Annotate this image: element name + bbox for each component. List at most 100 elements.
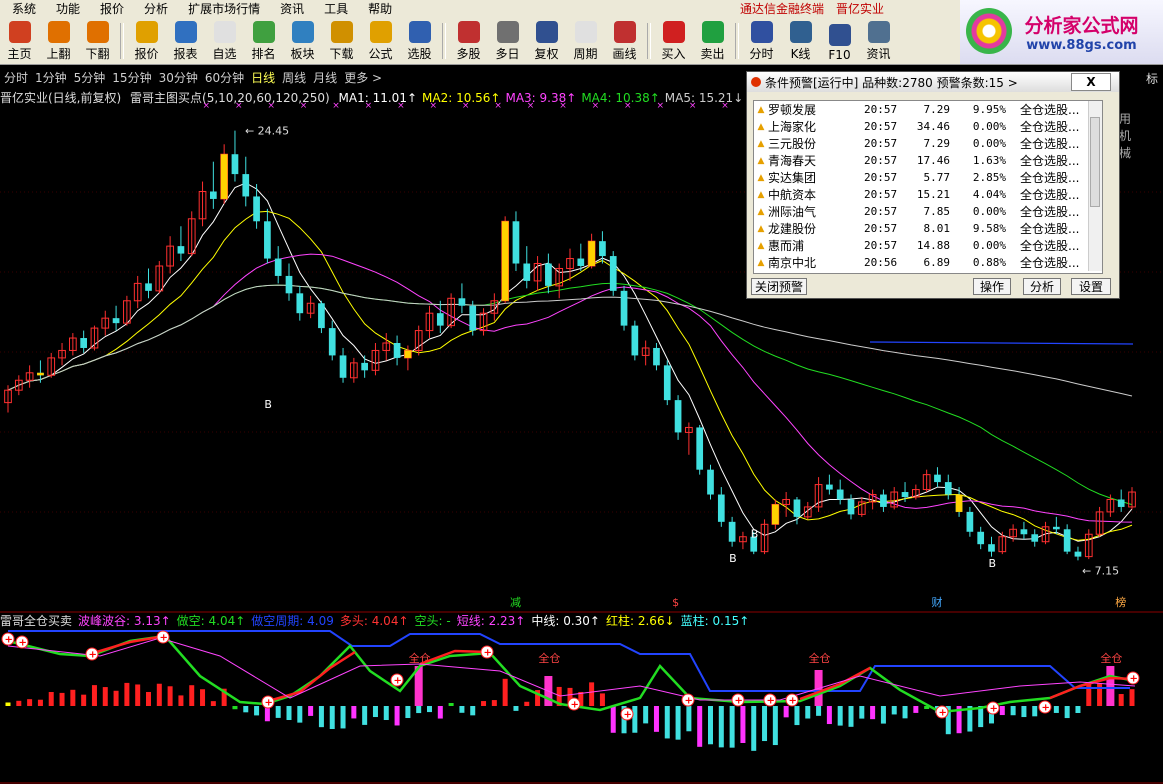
- indicator-title: 雷哥全仓买卖 波峰波谷: 3.13↑ 做空: 4.04↑ 做空周期: 4.09 多头: …: [0, 612, 755, 629]
- period-tab[interactable]: 更多 >: [344, 69, 382, 86]
- period-tab[interactable]: 周线: [282, 69, 306, 86]
- toolbar-button[interactable]: 公式: [361, 18, 400, 64]
- histogram-bar: [146, 691, 151, 706]
- toolbar-button[interactable]: 选股: [400, 18, 439, 64]
- menu-item[interactable]: 扩展市场行情: [176, 0, 268, 17]
- toolbar-button[interactable]: K线: [781, 18, 820, 64]
- alert-row[interactable]: ▲ 三元股份 20:57 7.29 0.00% 全仓选股...: [754, 135, 1102, 152]
- toolbar-button[interactable]: 下载: [322, 18, 361, 64]
- alert-arrow-icon: ▲: [757, 223, 765, 234]
- alert-row[interactable]: ▲ 洲际油气 20:57 7.85 0.00% 全仓选股...: [754, 203, 1102, 220]
- toolbar-button[interactable]: 画线: [605, 18, 644, 64]
- event-tag: 财: [931, 595, 942, 609]
- period-tab[interactable]: 1分钟: [35, 69, 67, 86]
- period-tab[interactable]: 15分钟: [112, 69, 151, 86]
- histogram-bar: [870, 706, 876, 720]
- histogram-bar: [470, 706, 476, 716]
- histogram-bar: [708, 706, 713, 745]
- toolbar-button[interactable]: 上翻: [39, 18, 78, 64]
- scrollbar-thumb[interactable]: [1090, 117, 1100, 207]
- toolbar-button[interactable]: 多股: [449, 18, 488, 64]
- toolbar-button[interactable]: 自选: [205, 18, 244, 64]
- histogram-bar: [653, 706, 659, 732]
- alert-row[interactable]: ▲ 中航资本 20:57 15.21 4.04% 全仓选股...: [754, 186, 1102, 203]
- menu-item[interactable]: 资讯: [268, 0, 312, 17]
- candle-body: [1031, 534, 1039, 542]
- clock-icon: [496, 21, 519, 43]
- alert-row[interactable]: ▲ 罗顿发展 20:57 7.29 9.95% 全仓选股...: [754, 101, 1102, 118]
- menu-item[interactable]: 工具: [312, 0, 356, 17]
- period-tab[interactable]: 30分钟: [159, 69, 198, 86]
- alert-row[interactable]: ▲ 龙建股份 20:57 8.01 9.58% 全仓选股...: [754, 220, 1102, 237]
- period-tab[interactable]: 5分钟: [74, 69, 106, 86]
- signal-x-marker: ×: [656, 101, 664, 111]
- yellow-candle-body: [220, 154, 228, 199]
- menu-item[interactable]: 系统: [0, 0, 44, 17]
- period-tab[interactable]: 月线: [313, 69, 337, 86]
- toolbar-button[interactable]: 卖出: [693, 18, 732, 64]
- menu-item[interactable]: 分析: [132, 0, 176, 17]
- toolbar-button[interactable]: 分时: [742, 18, 781, 64]
- alert-change: 9.58%: [972, 222, 1006, 235]
- toolbar-separator: [120, 23, 124, 59]
- menu-item[interactable]: 帮助: [356, 0, 400, 17]
- histogram-bar: [81, 694, 87, 706]
- sector-icon: [291, 21, 314, 43]
- operate-button[interactable]: 操作: [973, 278, 1011, 295]
- f6-icon: [213, 21, 236, 43]
- popup-titlebar[interactable]: 条件预警[运行中] 品种数:2780 预警条数:15 > X: [747, 72, 1119, 92]
- alert-row[interactable]: ▲ 青海春天 20:57 17.46 1.63% 全仓选股...: [754, 152, 1102, 169]
- alert-row[interactable]: ▲ 南京中北 20:56 6.89 0.88% 全仓选股...: [754, 254, 1102, 271]
- histogram-bar: [762, 706, 768, 742]
- alert-row[interactable]: ▲ 上海家化 20:57 34.46 0.00% 全仓选股...: [754, 118, 1102, 135]
- toolbar-button[interactable]: 下翻: [78, 18, 117, 64]
- toolbar-button[interactable]: 主页: [0, 18, 39, 64]
- toolbar-button-label: 资讯: [866, 47, 891, 61]
- period-tab[interactable]: 日线: [251, 69, 275, 86]
- toolbar-button[interactable]: 资讯: [859, 18, 898, 64]
- brand-link-stock[interactable]: 晋亿实业: [836, 0, 884, 17]
- toolbar-button[interactable]: 买入: [654, 18, 693, 64]
- candle-body: [177, 246, 185, 254]
- menu-item[interactable]: 功能: [44, 0, 88, 17]
- close-alert-button[interactable]: 关闭预警: [751, 278, 807, 295]
- signal-x-marker: ×: [527, 101, 535, 111]
- alert-row[interactable]: ▲ 惠而浦 20:57 14.88 0.00% 全仓选股...: [754, 237, 1102, 254]
- settings-button[interactable]: 设置: [1071, 278, 1111, 295]
- signal-cross-icon: +: [624, 710, 632, 721]
- f10-icon: [828, 24, 851, 46]
- period-tab[interactable]: 60分钟: [205, 69, 244, 86]
- histogram-bar: [5, 702, 11, 706]
- alert-list-scrollbar[interactable]: [1088, 101, 1102, 271]
- alert-stock-name: 南京中北: [768, 256, 817, 270]
- toolbar-button[interactable]: 报价: [127, 18, 166, 64]
- toolbar-button-label: 卖出: [700, 47, 725, 61]
- toolbar-button[interactable]: 排名: [244, 18, 283, 64]
- histogram-bar: [718, 706, 724, 748]
- histogram-bar: [513, 706, 519, 711]
- toolbar-button-label: 排名: [251, 47, 276, 61]
- histogram-bar: [1075, 706, 1081, 714]
- brand-link-terminal[interactable]: 通达信金融终端: [740, 0, 824, 17]
- signal-cross-icon: +: [394, 676, 402, 687]
- popup-close-button[interactable]: X: [1071, 73, 1111, 91]
- toolbar-button[interactable]: 多日: [488, 18, 527, 64]
- alert-status: 全仓选股...: [1020, 120, 1080, 134]
- period-tab[interactable]: 分时: [4, 69, 28, 86]
- high-price-label: ← 24.45: [245, 125, 289, 138]
- alert-status: 全仓选股...: [1020, 103, 1080, 117]
- toolbar-button[interactable]: 板块: [283, 18, 322, 64]
- alert-row[interactable]: ▲ 实达集团 20:57 5.77 2.85% 全仓选股...: [754, 169, 1102, 186]
- alert-price: 7.29: [923, 103, 951, 116]
- histogram-bar: [167, 686, 173, 706]
- signal-x-marker: ×: [430, 101, 438, 111]
- toolbar-button[interactable]: 周期: [566, 18, 605, 64]
- toolbar-button[interactable]: 报表: [166, 18, 205, 64]
- toolbar-button[interactable]: F10: [820, 18, 859, 64]
- candle-body: [545, 263, 552, 286]
- candle-body: [436, 313, 444, 326]
- analyze-button[interactable]: 分析: [1023, 278, 1061, 295]
- toolbar-button[interactable]: 复权: [527, 18, 566, 64]
- candle-body: [717, 494, 725, 522]
- menu-item[interactable]: 报价: [88, 0, 132, 17]
